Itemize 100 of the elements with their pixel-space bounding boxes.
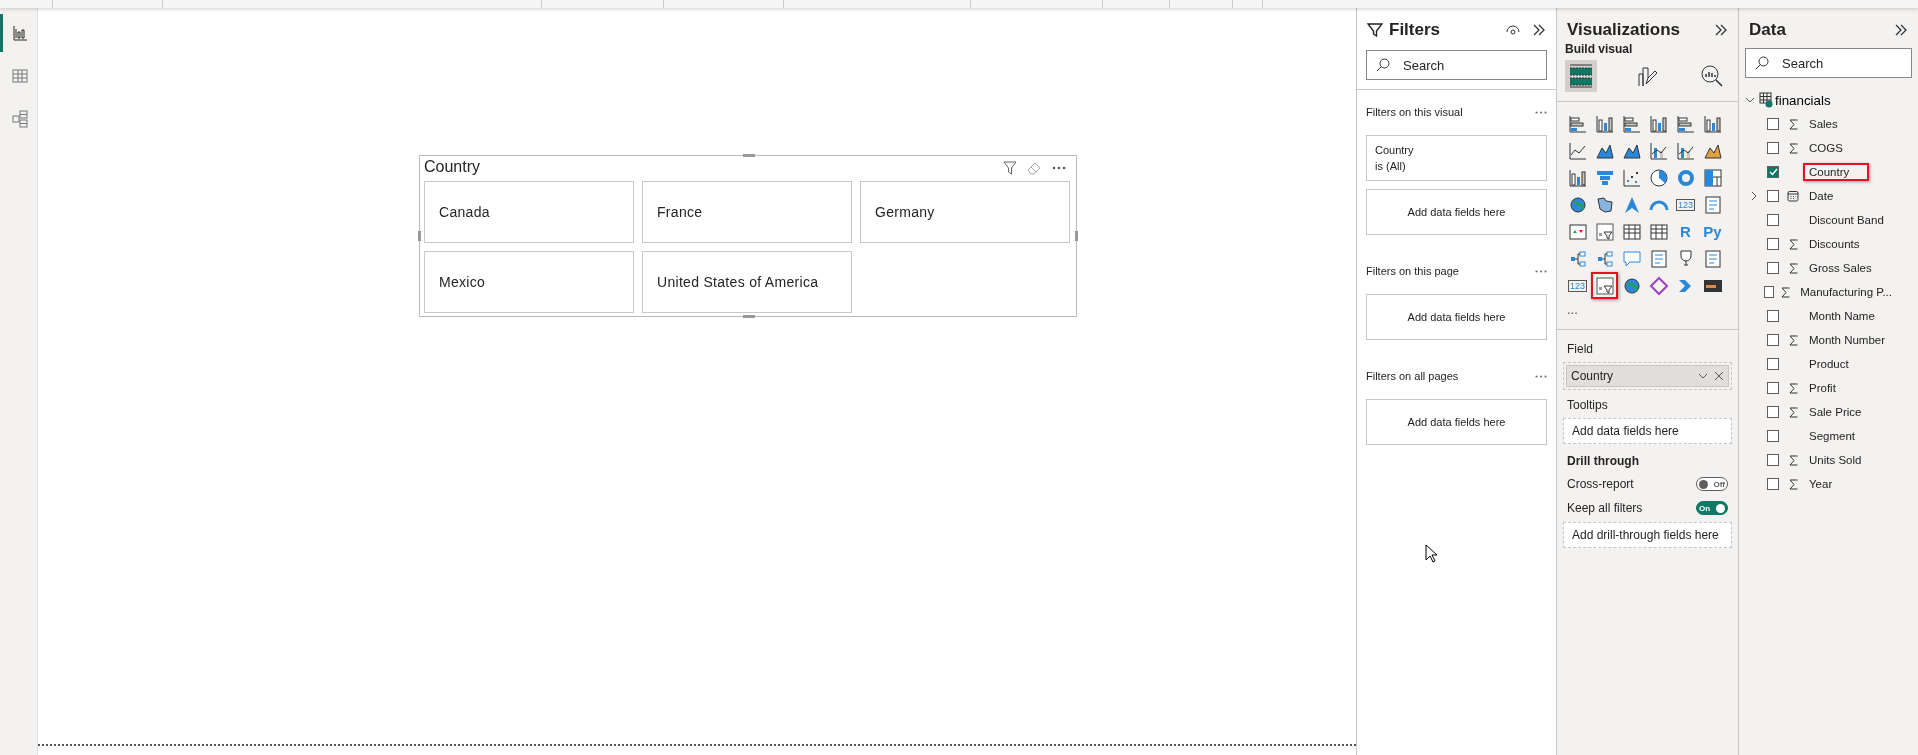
field-name[interactable]: Manufacturing P... bbox=[1794, 283, 1912, 301]
slicer-visual[interactable]: Country Canada France Germany Mexico United States of America bbox=[419, 155, 1077, 317]
field-checkbox[interactable] bbox=[1763, 286, 1774, 298]
field-checkbox[interactable] bbox=[1767, 262, 1779, 274]
field-name[interactable]: Sale Price bbox=[1803, 403, 1882, 421]
more-options-icon[interactable] bbox=[1535, 269, 1547, 273]
chart-type-icon bbox=[1702, 113, 1723, 134]
toggle-label: Keep all filters bbox=[1567, 501, 1643, 515]
visual-type-button[interactable]: 123 bbox=[1564, 272, 1591, 299]
sigma-icon bbox=[1788, 142, 1798, 154]
collapse-icon[interactable] bbox=[1894, 23, 1908, 37]
card-icon: 123 bbox=[1676, 198, 1695, 211]
section-title: Filters on all pages bbox=[1366, 370, 1459, 382]
chart-type-icon bbox=[1567, 167, 1588, 188]
panel-title: Visualizations bbox=[1567, 20, 1681, 40]
field-checkbox[interactable] bbox=[1767, 358, 1779, 370]
script-icon: Py bbox=[1703, 223, 1722, 240]
field-checkbox[interactable] bbox=[1767, 166, 1779, 178]
chart-type-icon bbox=[1702, 194, 1723, 215]
field-name[interactable]: Gross Sales bbox=[1803, 259, 1892, 277]
field-name[interactable]: Date bbox=[1803, 187, 1854, 205]
report-view-icon bbox=[12, 25, 28, 41]
sigma-icon bbox=[1781, 286, 1791, 298]
field-checkbox[interactable] bbox=[1767, 214, 1779, 226]
field-checkbox[interactable] bbox=[1767, 118, 1779, 130]
magnifier-chart-icon bbox=[1700, 64, 1724, 88]
slicer-tile[interactable]: United States of America bbox=[642, 251, 852, 313]
field-checkbox[interactable] bbox=[1767, 454, 1779, 466]
script-icon: R bbox=[1680, 223, 1691, 240]
chart-type-icon bbox=[1621, 167, 1642, 188]
field-name[interactable]: Month Name bbox=[1803, 307, 1895, 325]
slicer-tile[interactable]: France bbox=[642, 181, 852, 243]
chart-type-icon bbox=[1648, 275, 1669, 296]
field-checkbox[interactable] bbox=[1767, 142, 1779, 154]
field-checkbox[interactable] bbox=[1767, 310, 1779, 322]
chart-type-icon bbox=[1702, 248, 1723, 269]
field-pill[interactable]: Country bbox=[1566, 365, 1729, 387]
filter-icon[interactable] bbox=[1003, 161, 1017, 175]
field-name[interactable]: Profit bbox=[1803, 379, 1856, 397]
field-checkbox[interactable] bbox=[1767, 406, 1779, 418]
field-name[interactable]: Year bbox=[1803, 475, 1853, 493]
sigma-icon bbox=[1788, 454, 1798, 466]
field-checkbox[interactable] bbox=[1767, 238, 1779, 250]
field-checkbox[interactable] bbox=[1767, 382, 1779, 394]
chevron-icon bbox=[1745, 95, 1755, 105]
chevron-icon bbox=[1749, 191, 1759, 201]
field-name[interactable]: Month Number bbox=[1803, 331, 1906, 349]
search-field[interactable]: Search bbox=[1366, 50, 1547, 80]
field-name[interactable]: Discounts bbox=[1803, 235, 1880, 253]
more-visuals-button[interactable]: ... bbox=[1557, 299, 1738, 319]
more-options-icon[interactable] bbox=[1535, 110, 1547, 114]
chart-type-icon bbox=[1594, 194, 1615, 215]
field-name[interactable]: Product bbox=[1803, 355, 1869, 373]
drop-zone[interactable]: Add data fields here bbox=[1366, 399, 1547, 445]
drop-zone[interactable]: Add drill-through fields here bbox=[1563, 522, 1732, 548]
chart-type-icon bbox=[1621, 248, 1642, 269]
chart-type-icon bbox=[1675, 167, 1696, 188]
chart-type-icon bbox=[1675, 140, 1696, 161]
eye-icon[interactable] bbox=[1506, 25, 1520, 35]
slicer-tile[interactable]: Mexico bbox=[424, 251, 634, 313]
slicer-tile[interactable]: Canada bbox=[424, 181, 634, 243]
table-name[interactable]: financials bbox=[1775, 92, 1831, 108]
pane-tab[interactable] bbox=[1565, 60, 1597, 92]
slicer-tile[interactable]: Germany bbox=[860, 181, 1070, 243]
remove-icon[interactable] bbox=[1698, 371, 1724, 381]
field-name[interactable]: Sales bbox=[1803, 115, 1858, 133]
drop-zone[interactable]: Add data fields here bbox=[1366, 294, 1547, 340]
field-checkbox[interactable] bbox=[1767, 334, 1779, 346]
filter-icon bbox=[1367, 22, 1383, 38]
sigma-icon bbox=[1788, 238, 1798, 250]
chart-type-icon bbox=[1594, 221, 1615, 242]
toggle-switch[interactable]: Off bbox=[1696, 477, 1728, 491]
field-checkbox[interactable] bbox=[1767, 478, 1779, 490]
field-name: Country bbox=[1571, 369, 1614, 383]
collapse-icon[interactable] bbox=[1714, 23, 1728, 37]
toggle-label: Cross-report bbox=[1567, 477, 1634, 491]
sigma-icon bbox=[1788, 118, 1798, 130]
filter-card[interactable]: Country is (All) bbox=[1366, 135, 1547, 181]
field-checkbox[interactable] bbox=[1767, 430, 1779, 442]
field-checkbox[interactable] bbox=[1767, 190, 1779, 202]
chart-type-icon bbox=[1621, 275, 1642, 296]
field-name[interactable]: Discount Band bbox=[1803, 211, 1904, 229]
field-name[interactable]: Country bbox=[1803, 163, 1870, 181]
search-field[interactable]: Search bbox=[1745, 48, 1912, 78]
build-visual-icon bbox=[1569, 63, 1593, 89]
more-options-icon[interactable] bbox=[1535, 374, 1547, 378]
drop-zone[interactable]: Add data fields here bbox=[1563, 418, 1732, 444]
visual-type-button[interactable]: 123 bbox=[1672, 191, 1699, 218]
toggle-switch[interactable]: On bbox=[1696, 501, 1728, 515]
field-name[interactable]: COGS bbox=[1803, 139, 1863, 157]
field-name[interactable]: Units Sold bbox=[1803, 451, 1882, 469]
more-options-icon[interactable] bbox=[1052, 166, 1066, 170]
collapse-icon[interactable] bbox=[1532, 23, 1546, 37]
chart-type-icon bbox=[1648, 113, 1669, 134]
filter-state: is (All) bbox=[1375, 159, 1407, 174]
card-icon: 123 bbox=[1568, 279, 1587, 292]
field-name[interactable]: Segment bbox=[1803, 427, 1876, 445]
table-icon bbox=[1759, 92, 1775, 108]
drop-zone[interactable]: Add data fields here bbox=[1366, 189, 1547, 235]
slicer-title: Country bbox=[424, 158, 481, 177]
